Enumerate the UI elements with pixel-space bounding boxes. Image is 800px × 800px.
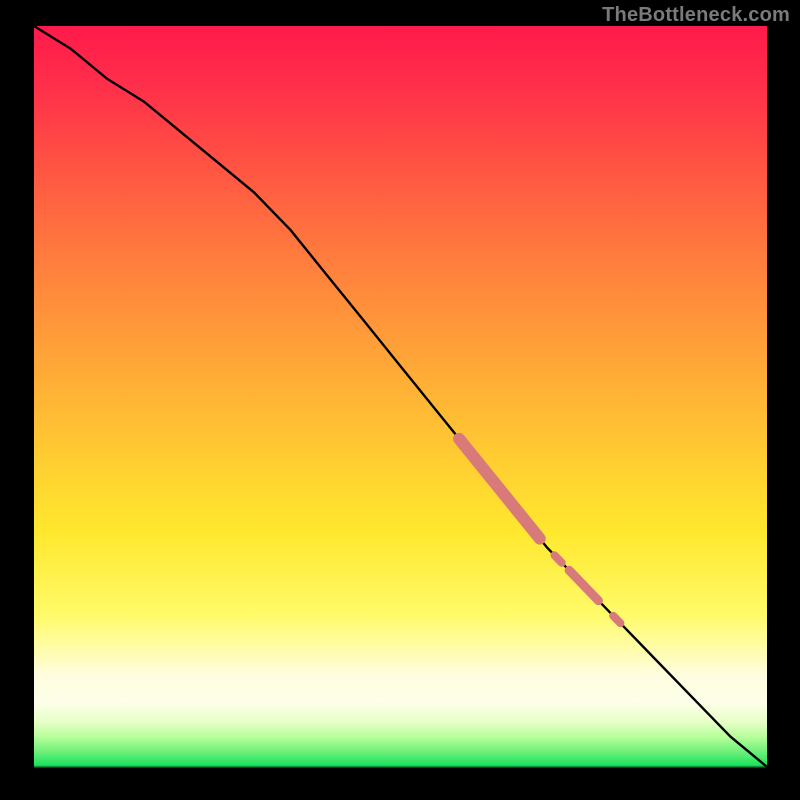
chart-frame: TheBottleneck.com — [0, 0, 800, 800]
plot-area — [34, 26, 767, 782]
watermark-text: TheBottleneck.com — [602, 4, 790, 27]
